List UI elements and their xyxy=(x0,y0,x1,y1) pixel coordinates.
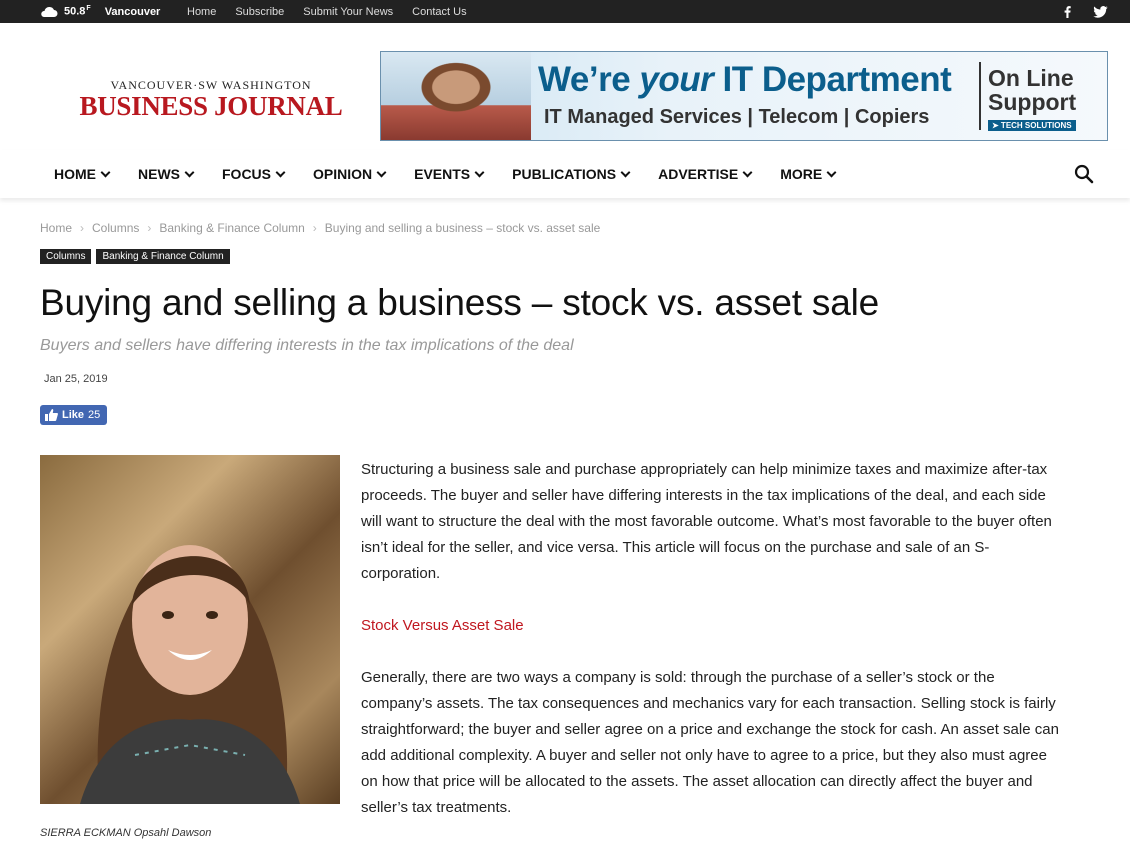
chevron-down-icon xyxy=(100,167,111,177)
category-tags: Columns Banking & Finance Column xyxy=(40,249,230,264)
search-icon[interactable] xyxy=(1074,164,1094,184)
nav-item-focus[interactable]: FOCUS xyxy=(222,166,286,182)
weather-widget: 50.8F Vancouver xyxy=(40,0,160,23)
tag-columns[interactable]: Columns xyxy=(40,249,92,264)
article-paragraph: Generally, there are two ways a company … xyxy=(361,669,1059,816)
ad-tech-label: ➤ TECH SOLUTIONS xyxy=(988,120,1076,131)
breadcrumb-home[interactable]: Home xyxy=(40,221,72,235)
site-logo[interactable]: VANCOUVER·SW WASHINGTON BUSINESS JOURNAL xyxy=(76,78,346,121)
article-title: Buying and selling a business – stock vs… xyxy=(40,282,880,323)
photo-caption: SIERRA ECKMAN Opsahl Dawson xyxy=(40,827,212,839)
breadcrumb: Home › Columns › Banking & Finance Column ›… xyxy=(40,221,600,235)
nav-item-events[interactable]: EVENTS xyxy=(414,166,485,182)
breadcrumb-separator: › xyxy=(312,221,317,235)
top-link-subscribe[interactable]: Subscribe xyxy=(235,6,284,18)
chevron-down-icon xyxy=(742,167,753,177)
facebook-like-button[interactable]: Like 25 xyxy=(40,405,107,425)
top-link-submit-news[interactable]: Submit Your News xyxy=(303,6,393,18)
like-label: Like xyxy=(62,409,85,421)
ad-subline: IT Managed Services | Telecom | Copiers xyxy=(544,106,930,128)
thumbs-up-icon xyxy=(45,409,58,421)
nav-item-news[interactable]: NEWS xyxy=(138,166,195,182)
city-name: Vancouver xyxy=(104,5,161,18)
nav-item-advertise[interactable]: ADVERTISE xyxy=(658,166,753,182)
top-bar: 50.8F Vancouver Home Subscribe Submit Yo… xyxy=(0,0,1130,23)
banner-ad[interactable]: We’re your IT Department IT Managed Serv… xyxy=(380,51,1108,141)
main-nav: HOME NEWS FOCUS OPINION EVENTS PUBLICATI… xyxy=(0,150,1130,198)
nav-item-more[interactable]: MORE xyxy=(780,166,837,182)
breadcrumb-columns[interactable]: Columns xyxy=(92,221,139,235)
ad-photo xyxy=(381,52,531,140)
like-count: 25 xyxy=(88,409,101,421)
chevron-down-icon xyxy=(620,167,631,177)
ad-headline: We’re your IT Department xyxy=(538,60,952,99)
tag-banking-finance[interactable]: Banking & Finance Column xyxy=(96,249,230,264)
facebook-icon[interactable] xyxy=(1064,5,1071,18)
chevron-down-icon xyxy=(184,167,195,177)
article-paragraph: Structuring a business sale and purchase… xyxy=(361,461,1052,582)
chevron-down-icon xyxy=(275,167,286,177)
cloud-icon xyxy=(41,6,58,17)
nav-item-home[interactable]: HOME xyxy=(54,166,111,182)
nav-item-opinion[interactable]: OPINION xyxy=(313,166,387,182)
twitter-icon[interactable] xyxy=(1093,5,1108,18)
breadcrumb-separator: › xyxy=(147,221,152,235)
top-link-contact[interactable]: Contact Us xyxy=(412,6,466,18)
top-links: Home Subscribe Submit Your News Contact … xyxy=(187,0,467,23)
social-links xyxy=(1064,0,1108,23)
article-body: Structuring a business sale and purchase… xyxy=(361,457,1061,847)
section-heading: Stock Versus Asset Sale xyxy=(361,617,524,634)
article-date: Jan 25, 2019 xyxy=(44,373,108,385)
logo-main: BUSINESS JOURNAL xyxy=(79,91,343,121)
top-link-home[interactable]: Home xyxy=(187,6,216,18)
chevron-down-icon xyxy=(376,167,387,177)
ad-support: On Line Support xyxy=(988,65,1077,115)
temperature: 50.8F xyxy=(64,5,91,18)
chevron-down-icon xyxy=(826,167,837,177)
chevron-down-icon xyxy=(474,167,485,177)
author-photo xyxy=(40,455,340,804)
article-subtitle: Buyers and sellers have differing intere… xyxy=(40,337,574,354)
nav-item-publications[interactable]: PUBLICATIONS xyxy=(512,166,631,182)
breadcrumb-separator: › xyxy=(80,221,85,235)
ad-divider xyxy=(979,62,981,130)
breadcrumb-banking-finance[interactable]: Banking & Finance Column xyxy=(159,221,304,235)
breadcrumb-current: Buying and selling a business – stock vs… xyxy=(324,221,601,235)
